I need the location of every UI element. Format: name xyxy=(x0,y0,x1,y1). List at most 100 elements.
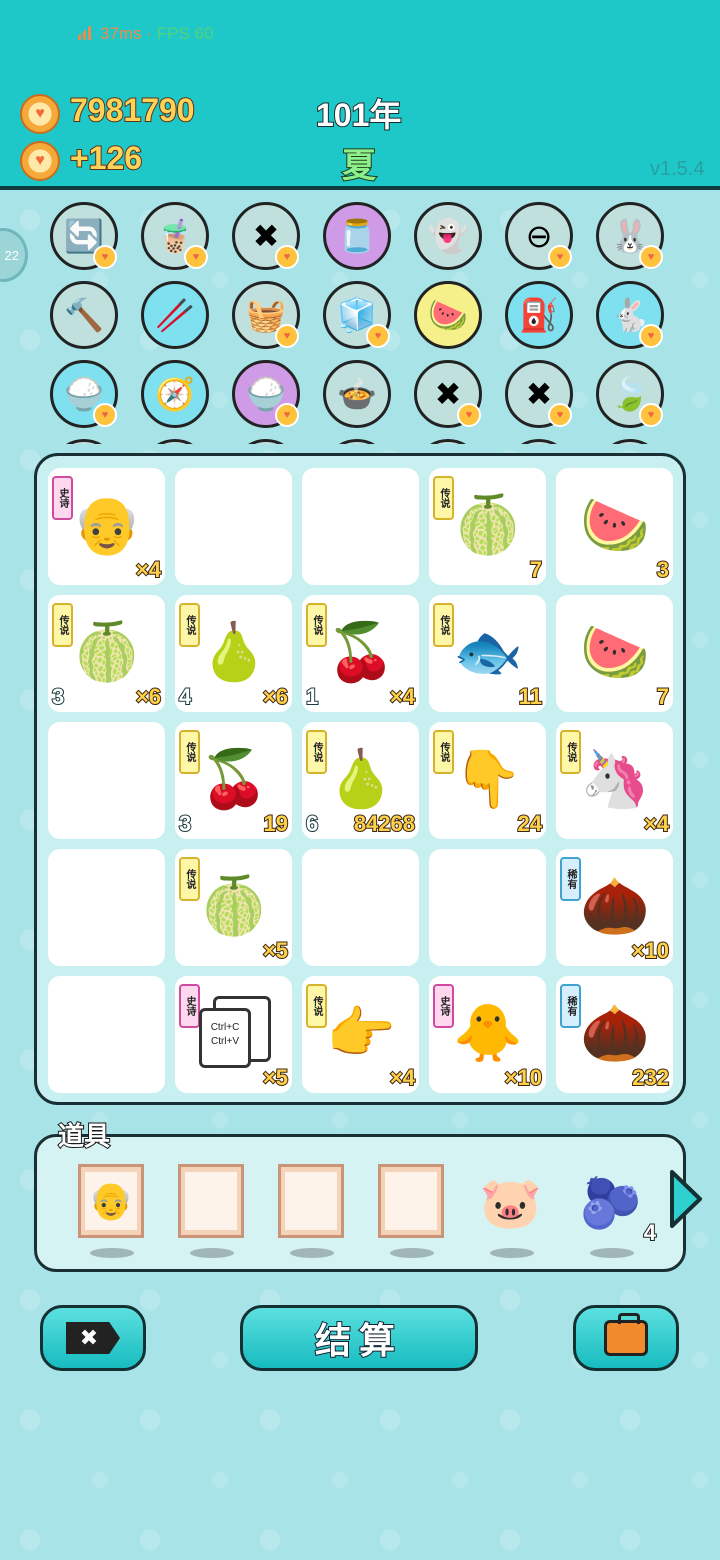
rice-bowl-icon[interactable]: 🍚 ♥ xyxy=(50,360,118,428)
season-label: 夏 xyxy=(341,146,377,186)
pear-icon: 🍐 xyxy=(326,747,396,810)
tool-slot[interactable]: 👴 xyxy=(78,1164,144,1258)
tool-slot[interactable]: 🐷 xyxy=(478,1164,544,1258)
inventory-slot[interactable]: 🍉 3 xyxy=(556,468,673,585)
item-level: 4 xyxy=(178,683,192,710)
inventory-slot[interactable]: 传说 🍈 3 ×6 xyxy=(48,595,165,712)
inventory-slot[interactable]: 传说 🍐 4 ×6 xyxy=(175,595,292,712)
inventory-slot[interactable]: 传说 🦄 ×4 xyxy=(556,722,673,839)
delete-tag-icon[interactable]: ✖ ♥ xyxy=(414,360,482,428)
item-quantity: 19 xyxy=(262,810,289,837)
skill-icon-partial[interactable] xyxy=(414,439,482,444)
skill-icon-partial[interactable] xyxy=(141,439,209,444)
coin-icon: ♥ xyxy=(20,141,60,181)
bubble-tea-icon[interactable]: 🧋 ♥ xyxy=(141,202,209,270)
item-level: 3 xyxy=(178,810,192,837)
inventory-slot-empty[interactable] xyxy=(48,849,165,966)
heart-badge-icon: ♥ xyxy=(457,403,481,427)
pot-icon[interactable]: 🍲 xyxy=(323,360,391,428)
chopsticks-icon[interactable]: 🥢 xyxy=(141,281,209,349)
inventory-slot[interactable]: 传说 🍒 1 ×4 xyxy=(302,595,419,712)
skill-icon-grid: 🔄 ♥ 🧋 ♥ ✖ ♥ 🫙 👻 ⊖ ♥ 🐰 ♥ 🔨 🥢 🧺 ♥ 🧊 ♥ 🍉 ⛽ 🐇 ♥ 🍚 ♥ 🧭 🍚 ♥ 🍲 ✖ ♥ ✖ ♥ 🍃 ♥ xyxy=(40,196,680,444)
heart-badge-icon: ♥ xyxy=(366,324,390,348)
inventory-slot[interactable]: 史诗 Ctrl+C Ctrl+V ×5 xyxy=(175,976,292,1093)
jar-icon[interactable]: 🫙 xyxy=(323,202,391,270)
heart-badge-icon: ♥ xyxy=(548,245,572,269)
inventory-slot-empty[interactable] xyxy=(302,468,419,585)
leaf-icon[interactable]: 🍃 ♥ xyxy=(596,360,664,428)
inventory-slot[interactable]: 稀有 🌰 ×10 xyxy=(556,849,673,966)
blueberry-icon: 🫐 xyxy=(579,1174,643,1231)
portrait-frame-icon: 👴 xyxy=(78,1164,144,1238)
heart-badge-icon: ♥ xyxy=(275,403,299,427)
inventory-slot[interactable]: 🍉 7 xyxy=(556,595,673,712)
inventory-slot[interactable]: 传说 🐟 11 xyxy=(429,595,546,712)
heart-badge-icon: ♥ xyxy=(639,403,663,427)
tool-slot[interactable] xyxy=(378,1164,444,1258)
watermelon-icon: 🍈 xyxy=(72,620,142,683)
tool-count: 4 xyxy=(643,1219,657,1246)
delete-tag-icon[interactable]: ✖ ♥ xyxy=(505,360,573,428)
hammer-icon[interactable]: 🔨 xyxy=(50,281,118,349)
delete-tag-icon[interactable]: ✖ ♥ xyxy=(232,202,300,270)
inventory-slot-empty[interactable] xyxy=(48,976,165,1093)
compass-icon[interactable]: 🧭 xyxy=(141,360,209,428)
longan-icon: 🍒 xyxy=(326,620,396,683)
sugar-cubes-icon[interactable]: 🧊 ♥ xyxy=(323,281,391,349)
inventory-slot[interactable]: 传说 🍈 7 xyxy=(429,468,546,585)
rice-bowl-icon[interactable]: 🍚 ♥ xyxy=(232,360,300,428)
settle-button[interactable]: 结算 xyxy=(240,1305,478,1371)
slot-shadow xyxy=(390,1248,434,1258)
fruit-basket-icon[interactable]: 🧺 ♥ xyxy=(232,281,300,349)
settle-button-label: 结算 xyxy=(314,1319,403,1362)
inventory-slot-empty[interactable] xyxy=(429,849,546,966)
discard-button[interactable]: ✖ xyxy=(40,1305,146,1371)
heart-badge-icon: ♥ xyxy=(275,245,299,269)
tools-label: 道具 xyxy=(57,1120,111,1152)
item-level: 1 xyxy=(305,683,319,710)
inventory-slot-empty[interactable] xyxy=(48,722,165,839)
ghost-icon[interactable]: 👻 xyxy=(414,202,482,270)
inventory-slot-empty[interactable] xyxy=(175,468,292,585)
header-divider xyxy=(0,186,720,190)
inventory-slot[interactable]: 史诗 👴 ×4 xyxy=(48,468,165,585)
skill-icon-partial[interactable] xyxy=(323,439,391,444)
watermelon-slice-icon: 🍉 xyxy=(580,493,650,556)
inventory-slot[interactable]: 传说 🍒 3 19 xyxy=(175,722,292,839)
inventory-slot[interactable]: 传说 👉 ×4 xyxy=(302,976,419,1093)
inventory-slot[interactable]: 传说 👇 24 xyxy=(429,722,546,839)
next-arrow-icon[interactable] xyxy=(668,1168,704,1230)
signal-icon xyxy=(78,26,93,40)
item-quantity: ×4 xyxy=(643,810,670,837)
top-header: 37ms · FPS 60 ♥ 7981790 ♥ +126 101年 夏 v1… xyxy=(0,0,720,188)
tool-slot[interactable]: 🫐 4 xyxy=(578,1164,657,1258)
no-entry-icon[interactable]: ⊖ ♥ xyxy=(505,202,573,270)
refresh-icon[interactable]: 🔄 ♥ xyxy=(50,202,118,270)
ping-text: 37ms xyxy=(100,24,142,43)
empty-frame-icon xyxy=(278,1164,344,1238)
skill-icon-partial[interactable] xyxy=(50,439,118,444)
rabbit-icon[interactable]: 🐰 ♥ xyxy=(596,202,664,270)
fruit-plate-icon[interactable]: 🍉 xyxy=(414,281,482,349)
pump-icon[interactable]: ⛽ xyxy=(505,281,573,349)
inventory-slot[interactable]: 传说 🍈 ×5 xyxy=(175,849,292,966)
item-quantity: 11 xyxy=(518,683,543,710)
inventory-slot-empty[interactable] xyxy=(302,849,419,966)
item-quantity: ×4 xyxy=(135,556,162,583)
inventory-slot[interactable]: 史诗 🐥 ×10 xyxy=(429,976,546,1093)
inventory-slot[interactable]: 传说 🍐 6 84268 xyxy=(302,722,419,839)
piggy-bank-icon: 🐷 xyxy=(479,1174,543,1231)
coin-total: 7981790 xyxy=(69,91,196,129)
backpack-button[interactable] xyxy=(573,1305,679,1371)
slot-shadow xyxy=(190,1248,234,1258)
inventory-grid: 史诗 👴 ×4 传说 🍈 7 🍉 3 传说 🍈 3 ×6 传说 🍐 4 ×6 传说 🍒 1 ×4 传说 🐟 11 🍉 7 传说 🍒 3… xyxy=(34,453,686,1105)
item-quantity: ×10 xyxy=(504,1064,543,1091)
skill-icon-partial[interactable] xyxy=(505,439,573,444)
tool-slot[interactable] xyxy=(278,1164,344,1258)
skill-icon-partial[interactable] xyxy=(232,439,300,444)
tool-slot[interactable] xyxy=(178,1164,244,1258)
inventory-slot[interactable]: 稀有 🌰 232 xyxy=(556,976,673,1093)
skill-icon-partial[interactable] xyxy=(596,439,664,444)
nut-icon: 🌰 xyxy=(580,1001,650,1064)
rabbit-icon[interactable]: 🐇 ♥ xyxy=(596,281,664,349)
